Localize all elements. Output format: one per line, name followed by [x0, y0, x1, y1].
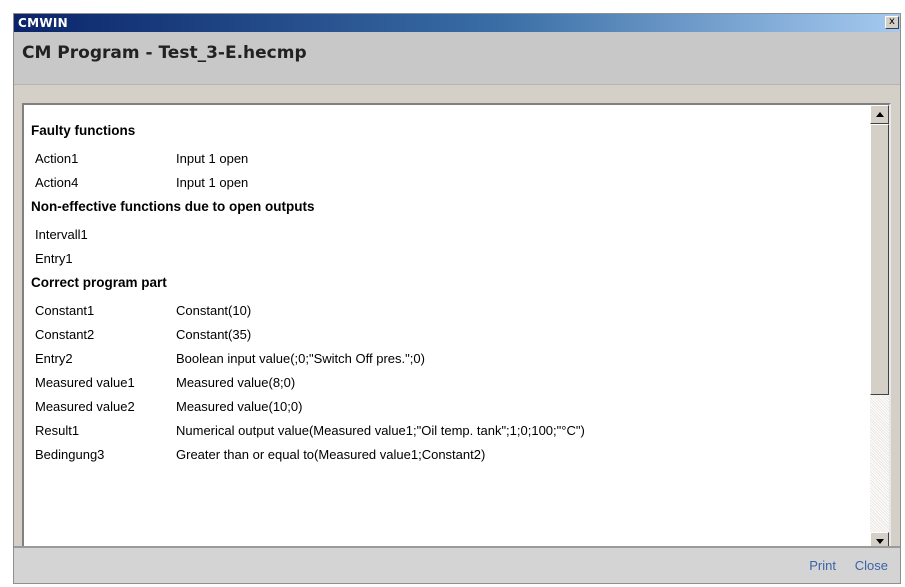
list-item: Bedingung3 Greater than or equal to(Meas… — [31, 443, 870, 467]
function-name: Entry1 — [35, 251, 73, 266]
function-description: Constant(10) — [176, 303, 252, 318]
footer-bar: Print Close — [14, 546, 900, 583]
window-title: CMWIN — [18, 16, 68, 30]
function-name: Action1 — [35, 151, 79, 166]
function-description: Measured value(8;0) — [176, 375, 296, 390]
list-item: Result1 Numerical output value(Measured … — [31, 419, 870, 443]
report-panel[interactable]: Faulty functions Action1 Input 1 open Ac… — [22, 103, 891, 553]
list-item: Constant2 Constant(35) — [31, 323, 870, 347]
list-item: Measured value2 Measured value(10;0) — [31, 395, 870, 419]
scrollbar-thumb[interactable] — [870, 124, 889, 395]
scroll-down-arrow-icon — [875, 539, 884, 544]
print-link[interactable]: Print — [809, 558, 836, 573]
window-close-button[interactable]: x — [885, 16, 899, 29]
function-description: Greater than or equal to(Measured value1… — [176, 447, 486, 462]
scroll-up-arrow-icon — [875, 112, 884, 117]
function-description: Constant(35) — [176, 327, 252, 342]
function-description: Input 1 open — [176, 175, 249, 190]
section-title-noneffective: Non-effective functions due to open outp… — [31, 199, 315, 214]
function-name: Constant2 — [35, 327, 95, 342]
section-title-correct: Correct program part — [31, 275, 167, 290]
program-header: CM Program - Test_3-E.hecmp — [14, 32, 900, 85]
page-title: CM Program - Test_3-E.hecmp — [22, 43, 307, 63]
vertical-scrollbar[interactable] — [870, 105, 889, 551]
title-bar: CMWIN x — [14, 14, 900, 32]
list-item: Entry2 Boolean input value(;0;"Switch Of… — [31, 347, 870, 371]
list-item: Measured value1 Measured value(8;0) — [31, 371, 870, 395]
function-name: Measured value2 — [35, 399, 135, 414]
function-name: Bedingung3 — [35, 447, 105, 462]
function-description: Measured value(10;0) — [176, 399, 303, 414]
function-description: Input 1 open — [176, 151, 249, 166]
close-link[interactable]: Close — [855, 558, 888, 573]
function-name: Intervall1 — [35, 227, 88, 242]
scroll-up-button[interactable] — [870, 105, 889, 124]
function-name: Measured value1 — [35, 375, 135, 390]
function-name: Constant1 — [35, 303, 95, 318]
cmwin-window: CMWIN x CM Program - Test_3-E.hecmp Faul… — [13, 13, 901, 584]
function-name: Action4 — [35, 175, 79, 190]
list-item: Action4 Input 1 open — [31, 171, 870, 195]
list-item: Constant1 Constant(10) — [31, 299, 870, 323]
function-name: Result1 — [35, 423, 80, 438]
list-item: Action1 Input 1 open — [31, 147, 870, 171]
function-name: Entry2 — [35, 351, 73, 366]
function-description: Boolean input value(;0;"Switch Off pres.… — [176, 351, 425, 366]
list-item: Entry1 — [31, 247, 870, 271]
report-content: Faulty functions Action1 Input 1 open Ac… — [24, 105, 870, 551]
function-description: Numerical output value(Measured value1;"… — [176, 423, 585, 438]
list-item: Intervall1 — [31, 223, 870, 247]
section-title-faulty: Faulty functions — [31, 123, 136, 138]
